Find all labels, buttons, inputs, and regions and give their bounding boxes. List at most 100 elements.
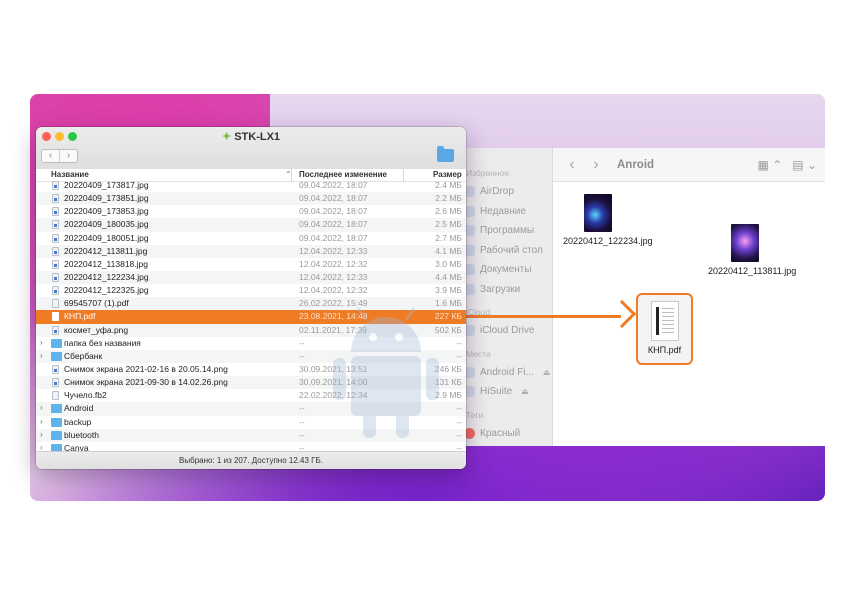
finder-toolbar: ‹ › Anroid ▦ ⌃ ▤ ⌄ [553, 148, 825, 182]
image-file-icon [52, 364, 59, 374]
table-row[interactable]: 20220412_113811.jpg 12.04.2022, 12:33 4.1 … [36, 244, 466, 258]
back-chevron-icon[interactable]: ‹ [565, 156, 579, 174]
row-date: 12.04.2022, 12:32 [299, 258, 368, 269]
image-thumbnail [731, 224, 759, 262]
table-row[interactable]: › Сбербанк -- -- [36, 349, 466, 363]
row-date: 23.08.2021, 14:48 [299, 311, 368, 322]
disclosure-chevron-icon[interactable]: › [40, 403, 43, 412]
folder-icon [51, 404, 62, 414]
document-icon [52, 312, 59, 322]
table-row[interactable]: 20220412_122325.jpg 12.04.2022, 12:32 3.9 … [36, 284, 466, 297]
new-folder-icon[interactable] [437, 146, 454, 162]
row-date: 12.04.2022, 12:33 [299, 271, 368, 282]
row-size: 4.1 МБ [435, 245, 462, 256]
row-size: -- [456, 337, 462, 348]
column-modified[interactable]: Последнее изменение [299, 170, 387, 179]
row-date: 22.02.2022, 12:34 [299, 390, 368, 401]
row-size: 227 КБ [434, 311, 462, 322]
document-icon [52, 299, 59, 309]
row-size: 502 КБ [434, 324, 462, 335]
forward-chevron-icon[interactable]: › [589, 156, 603, 174]
row-date: -- [299, 350, 305, 361]
row-size: 1.6 МБ [435, 298, 462, 309]
table-row[interactable]: › bluetooth -- -- [36, 428, 466, 442]
table-row[interactable]: 20220412_113818.jpg 12.04.2022, 12:32 3.0 … [36, 258, 466, 271]
row-name: 20220409_173853.jpg [64, 206, 149, 217]
image-file-icon [52, 207, 59, 217]
table-row[interactable]: › папка без названия -- -- [36, 337, 466, 350]
dropped-pdf-file[interactable]: КНП.pdf [636, 293, 693, 365]
table-row[interactable]: › backup -- -- [36, 416, 466, 429]
dropped-pdf-label: КНП.pdf [647, 345, 682, 355]
row-size: -- [456, 429, 462, 440]
column-name[interactable]: Название [51, 170, 89, 179]
table-row[interactable]: 20220409_173817.jpg 09.04.2022, 18:07 2.4 … [36, 179, 466, 192]
disclosure-chevron-icon[interactable]: › [40, 338, 43, 347]
row-size: 2.5 МБ [435, 219, 462, 230]
row-size: -- [456, 442, 462, 451]
android-file-transfer-window: ✦ STK-LX1 ‹ › Название ⌃ Последнее измене… [36, 127, 466, 469]
table-row[interactable]: 20220409_180035.jpg 09.04.2022, 18:07 2.5 … [36, 218, 466, 232]
pdf-document-icon [651, 302, 678, 340]
folder-icon [51, 443, 62, 451]
disclosure-chevron-icon[interactable]: › [40, 430, 43, 439]
finder-title: Anroid [617, 158, 655, 171]
row-date: 09.04.2022, 18:07 [299, 232, 368, 243]
table-row[interactable]: 20220409_180051.jpg 09.04.2022, 18:07 2.7 … [36, 232, 466, 245]
table-row[interactable]: Чучело.fb2 22.02.2022, 12:34 2.9 МБ [36, 389, 466, 402]
row-size: -- [456, 403, 462, 414]
image-file-icon [52, 272, 59, 282]
disclosure-chevron-icon[interactable]: › [40, 417, 43, 426]
row-date: -- [299, 403, 305, 414]
row-size: 246 КБ [434, 363, 462, 374]
row-name: 20220409_173851.jpg [64, 193, 149, 204]
file-tile[interactable]: 20220412_122234.jpg [563, 194, 653, 247]
back-button[interactable]: ‹ [42, 150, 60, 162]
row-name: Снимок экрана 2021-09-30 в 14.02.26.png [64, 377, 228, 388]
row-date: 26.02.2022, 15:49 [299, 298, 368, 309]
row-date: -- [299, 429, 305, 440]
row-size: -- [456, 350, 462, 361]
row-date: -- [299, 442, 305, 451]
eject-icon[interactable]: ⏏ [543, 368, 551, 377]
row-name: 20220412_122325.jpg [64, 285, 149, 296]
view-grid-icon[interactable]: ▦ ⌃ [758, 158, 783, 172]
nav-buttons: ‹ › [41, 149, 78, 163]
eject-icon[interactable]: ⏏ [521, 387, 529, 396]
file-tile[interactable]: 20220412_113811.jpg [708, 224, 796, 277]
row-name: Canva [64, 442, 89, 451]
disclosure-chevron-icon[interactable]: › [40, 443, 43, 451]
row-name: 20220412_122234.jpg [64, 271, 149, 282]
row-name: bluetooth [64, 429, 99, 440]
row-name: 69545707 (1).pdf [64, 298, 129, 309]
column-size[interactable]: Размер [433, 170, 462, 179]
group-grid-icon[interactable]: ▤ ⌄ [792, 158, 817, 172]
image-file-icon [52, 378, 59, 388]
table-row-selected[interactable]: КНП.pdf 23.08.2021, 14:48 227 КБ [36, 310, 466, 324]
row-name: папка без названия [64, 337, 141, 348]
table-row[interactable]: 20220409_173853.jpg 09.04.2022, 18:07 2.6 … [36, 205, 466, 218]
image-file-icon [52, 325, 59, 335]
table-row[interactable]: космет_уфа.png 02.11.2021, 17:39 502 КБ [36, 323, 466, 337]
table-row[interactable]: Снимок экрана 2021-09-30 в 14.02.26.png 3… [36, 376, 466, 390]
forward-button[interactable]: › [60, 150, 77, 162]
window-title: ✦ STK-LX1 [221, 131, 281, 143]
disclosure-chevron-icon[interactable]: › [40, 351, 43, 360]
row-name: Снимок экрана 2021-02-16 в 20.05.14.png [64, 363, 228, 374]
row-size: 2.4 МБ [435, 180, 462, 190]
row-date: 30.09.2021, 14:00 [299, 377, 368, 388]
table-row[interactable]: 69545707 (1).pdf 26.02.2022, 15:49 1.6 МБ [36, 297, 466, 311]
row-date: 30.09.2021, 13:51 [299, 363, 368, 374]
table-row[interactable]: › Android -- -- [36, 402, 466, 416]
row-size: 3.0 МБ [435, 258, 462, 269]
row-name: КНП.pdf [64, 311, 96, 322]
row-name: 20220412_113811.jpg [64, 245, 148, 256]
table-row[interactable]: 20220409_173851.jpg 09.04.2022, 18:07 2.2 … [36, 192, 466, 206]
image-thumbnail [584, 194, 612, 232]
table-row[interactable]: 20220412_122234.jpg 12.04.2022, 12:33 4.4 … [36, 270, 466, 285]
table-row[interactable]: › Canva -- -- [36, 442, 466, 451]
finder-window: Избранное AirDrop Недавние Программы Раб… [440, 148, 825, 446]
table-row[interactable]: Снимок экрана 2021-02-16 в 20.05.14.png 3… [36, 363, 466, 376]
status-bar: Выбрано: 1 из 207. Доступно 12.43 ГБ. [36, 451, 466, 469]
row-name: 20220409_173817.jpg [64, 180, 149, 190]
